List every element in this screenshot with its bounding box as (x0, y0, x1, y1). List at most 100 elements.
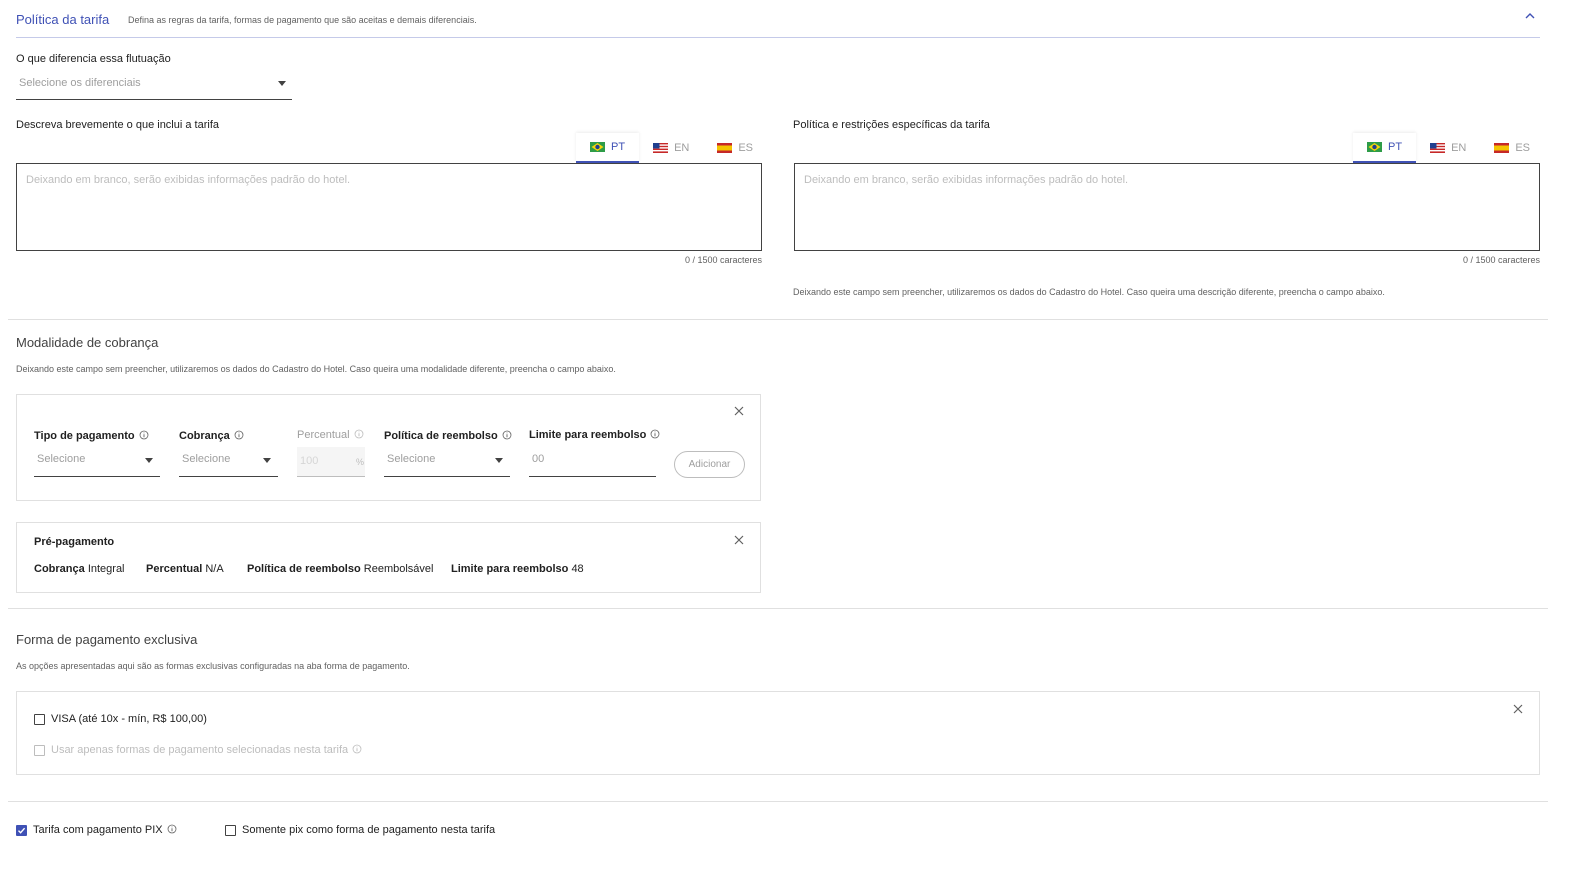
tab-lang-en[interactable]: EN (1416, 133, 1480, 163)
tab-lang-es[interactable]: ES (1480, 133, 1544, 163)
politica-label: Política e restrições específicas da tar… (793, 119, 990, 131)
visa-label: VISA (até 10x - mín, R$ 100,00) (51, 713, 207, 725)
caret-down-icon (263, 458, 271, 463)
caret-down-icon (495, 458, 503, 463)
divider (8, 801, 1548, 802)
percentual-info: Percentual N/A (146, 563, 224, 575)
add-button[interactable]: Adicionar (674, 451, 745, 478)
tab-lang-label: PT (611, 141, 626, 153)
info-icon (650, 429, 660, 439)
tab-lang-label: EN (1451, 142, 1467, 154)
usa-flag-icon (653, 143, 669, 153)
section-title[interactable]: Política da tarifa (16, 12, 109, 27)
info-key: Cobrança (34, 563, 85, 575)
spain-flag-icon (1494, 143, 1510, 153)
reembolso-placeholder: Selecione (387, 453, 436, 465)
close-icon[interactable] (733, 405, 745, 417)
reembolso-text: Política de reembolso (384, 430, 498, 442)
limite-text: Limite para reembolso (529, 429, 647, 441)
limite-label: Limite para reembolso (529, 429, 660, 441)
info-value: 48 (571, 563, 584, 575)
limite-info: Limite para reembolso 48 (451, 563, 584, 575)
descricao-counter: 0 / 1500 caracteres (684, 255, 762, 265)
diferenciais-label: O que diferencia essa flutuação (16, 53, 171, 65)
tipo-pagamento-label: Tipo de pagamento (34, 430, 149, 442)
tab-lang-pt[interactable]: PT (576, 133, 640, 163)
usar-apenas-text: Usar apenas formas de pagamento selecion… (51, 744, 349, 756)
tarifa-pix-checkbox[interactable] (16, 825, 27, 836)
brazil-flag-icon (590, 142, 605, 152)
section-divider (16, 37, 1540, 38)
tab-lang-es[interactable]: ES (703, 133, 767, 163)
cobranca-info: Cobrança Integral (34, 563, 125, 575)
reembolso-label: Política de reembolso (384, 430, 512, 442)
forma-pagamento-card: VISA (até 10x - mín, R$ 100,00) Usar ape… (16, 691, 1540, 775)
tab-lang-label: EN (674, 142, 690, 154)
caret-down-icon (145, 458, 153, 463)
info-key: Política de reembolso (247, 563, 361, 575)
politica-textarea[interactable]: Deixando em branco, serão exibidas infor… (794, 163, 1540, 251)
brazil-flag-icon (1367, 142, 1382, 152)
tab-lang-pt[interactable]: PT (1353, 133, 1417, 163)
visa-checkbox[interactable] (34, 714, 45, 725)
reembolso-select[interactable]: Selecione (384, 447, 510, 477)
somente-pix-label: Somente pix como forma de pagamento nest… (242, 824, 496, 836)
chevron-up-icon[interactable] (1523, 9, 1537, 23)
cobranca-select[interactable]: Selecione (179, 447, 278, 477)
close-icon[interactable] (1512, 703, 1524, 715)
limite-input[interactable]: 00 (529, 447, 656, 477)
forma-pagamento-title: Forma de pagamento exclusiva (16, 632, 198, 647)
caret-down-icon (278, 81, 286, 86)
modalidade-note: Deixando este campo sem preencher, utili… (16, 364, 616, 374)
tipo-pagamento-placeholder: Selecione (37, 453, 86, 465)
info-icon (139, 430, 149, 440)
politica-lang-tabs: PT EN ES (1353, 133, 1544, 163)
info-icon (167, 824, 177, 834)
info-key: Percentual (146, 563, 203, 575)
tab-lang-label: PT (1388, 141, 1403, 153)
diferenciais-select[interactable]: Selecione os diferenciais (16, 71, 292, 100)
politica-note: Deixando este campo sem preencher, utili… (793, 287, 1385, 297)
info-icon (502, 430, 512, 440)
tab-lang-label: ES (1515, 142, 1531, 154)
descricao-textarea[interactable]: Deixando em branco, serão exibidas infor… (16, 163, 762, 251)
pre-pagamento-title: Pré-pagamento (34, 536, 115, 548)
percentual-input: 100 % (297, 447, 365, 477)
info-value: Reembolsável (363, 563, 434, 575)
politica-placeholder: Deixando em branco, serão exibidas infor… (804, 174, 1129, 186)
cobranca-placeholder: Selecione (182, 453, 231, 465)
somente-pix-checkbox[interactable] (225, 825, 236, 836)
descricao-label: Descreva brevemente o que inclui a tarif… (16, 119, 219, 131)
close-icon[interactable] (733, 534, 745, 546)
tarifa-pix-text: Tarifa com pagamento PIX (33, 824, 163, 836)
percentual-value: 100 (300, 455, 319, 467)
percentual-label: Percentual (297, 429, 364, 441)
usar-apenas-checkbox[interactable] (34, 745, 45, 756)
info-icon (352, 744, 362, 754)
cobranca-text: Cobrança (179, 430, 230, 442)
tab-lang-label: ES (738, 142, 754, 154)
pre-pagamento-card: Pré-pagamento Cobrança Integral Percentu… (16, 522, 761, 593)
descricao-lang-tabs: PT EN ES (576, 133, 767, 163)
info-icon (354, 429, 363, 439)
politica-counter: 0 / 1500 caracteres (1462, 255, 1540, 265)
limite-placeholder: 00 (532, 453, 545, 465)
tipo-pagamento-select[interactable]: Selecione (34, 447, 160, 477)
info-value: Integral (87, 563, 125, 575)
check-icon (18, 827, 26, 834)
tab-lang-en[interactable]: EN (639, 133, 703, 163)
descricao-placeholder: Deixando em branco, serão exibidas infor… (26, 174, 351, 186)
divider (8, 608, 1548, 609)
cobranca-form-card: Tipo de pagamento Selecione Cobrança Sel… (16, 394, 761, 501)
section-description: Defina as regras da tarifa, formas de pa… (128, 15, 477, 25)
spain-flag-icon (717, 143, 733, 153)
forma-pagamento-note: As opções apresentadas aqui são as forma… (16, 661, 410, 671)
divider (8, 319, 1548, 320)
info-icon (234, 430, 244, 440)
percentual-text: Percentual (297, 429, 350, 441)
usa-flag-icon (1430, 143, 1446, 153)
percent-unit: % (356, 457, 365, 467)
tipo-pagamento-text: Tipo de pagamento (34, 430, 135, 442)
reembolso-info: Política de reembolso Reembolsável (247, 563, 433, 575)
info-key: Limite para reembolso (451, 563, 569, 575)
